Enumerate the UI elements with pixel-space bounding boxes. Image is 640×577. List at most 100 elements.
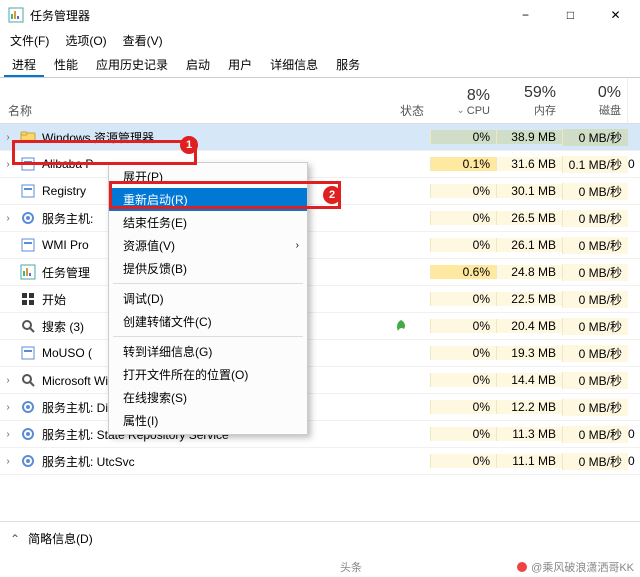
tab-services[interactable]: 服务 xyxy=(328,52,368,77)
menu-item[interactable]: 资源值(V)› xyxy=(109,234,307,257)
process-memory: 11.3 MB xyxy=(496,427,562,441)
process-cpu: 0% xyxy=(430,454,496,468)
process-row[interactable]: ›服务主机: UtcSvc0%11.1 MB0 MB/秒0 xyxy=(0,448,640,475)
menu-item[interactable]: 属性(I) xyxy=(109,409,307,432)
col-memory[interactable]: 59% 内存 xyxy=(496,78,562,123)
menubar: 文件(F) 选项(O) 查看(V) xyxy=(0,30,640,52)
process-icon xyxy=(20,264,36,280)
tab-performance[interactable]: 性能 xyxy=(46,52,86,77)
cpu-pct: 8% xyxy=(467,87,490,105)
process-cpu: 0.1% xyxy=(430,157,496,171)
menu-item[interactable]: 提供反馈(B) xyxy=(109,257,307,280)
process-cpu: 0% xyxy=(430,184,496,198)
process-row[interactable]: 搜索 (3)0%20.4 MB0 MB/秒 xyxy=(0,313,640,340)
process-cpu: 0% xyxy=(430,130,496,144)
process-row[interactable]: ›服务主机:0%26.5 MB0 MB/秒 xyxy=(0,205,640,232)
process-memory: 38.9 MB xyxy=(496,130,562,144)
process-row[interactable]: ›服务主机: Diagnostic Policy Service0%12.2 M… xyxy=(0,394,640,421)
process-icon xyxy=(20,399,36,415)
chevron-right-icon: › xyxy=(296,240,299,251)
process-memory: 11.1 MB xyxy=(496,454,562,468)
process-row[interactable]: Registry0%30.1 MB0 MB/秒 xyxy=(0,178,640,205)
process-icon xyxy=(20,291,36,307)
menu-options[interactable]: 选项(O) xyxy=(59,30,112,52)
col-status[interactable]: 状态 xyxy=(394,78,430,123)
process-disk: 0 MB/秒 xyxy=(562,399,628,416)
process-more: 0 xyxy=(628,454,640,468)
process-memory: 31.6 MB xyxy=(496,157,562,171)
process-disk: 0 MB/秒 xyxy=(562,129,628,146)
process-icon xyxy=(20,345,36,361)
menu-file[interactable]: 文件(F) xyxy=(4,30,55,52)
tab-processes[interactable]: 进程 xyxy=(4,52,44,77)
process-icon xyxy=(20,183,36,199)
menu-item[interactable]: 展开(P) xyxy=(109,165,307,188)
col-more xyxy=(628,78,640,123)
process-icon xyxy=(20,453,36,469)
process-disk: 0 MB/秒 xyxy=(562,291,628,308)
process-disk: 0 MB/秒 xyxy=(562,237,628,254)
process-more: 0 xyxy=(628,157,640,171)
process-row[interactable]: ›Microsoft Windows Search 索引器0%14.4 MB0 … xyxy=(0,367,640,394)
menu-separator xyxy=(113,283,303,284)
context-menu: 展开(P)重新启动(R)结束任务(E)资源值(V)›提供反馈(B) 调试(D)创建… xyxy=(108,162,308,435)
col-cpu[interactable]: 8% ⌄CPU xyxy=(430,78,496,123)
expand-toggle[interactable]: › xyxy=(0,429,16,440)
watermark-text: @乘风破浪潇洒哥KK xyxy=(531,559,634,575)
process-row[interactable]: ›服务主机: State Repository Service0%11.3 MB… xyxy=(0,421,640,448)
process-row[interactable]: 任务管理0.6%24.8 MB0 MB/秒 xyxy=(0,259,640,286)
process-icon xyxy=(20,210,36,226)
col-disk[interactable]: 0% 磁盘 xyxy=(562,78,628,123)
process-row[interactable]: ›Alibaba P0.1%31.6 MB0.1 MB/秒0 xyxy=(0,151,640,178)
process-memory: 14.4 MB xyxy=(496,373,562,387)
process-cpu: 0% xyxy=(430,319,496,333)
menu-item[interactable]: 结束任务(E) xyxy=(109,211,307,234)
process-disk: 0 MB/秒 xyxy=(562,345,628,362)
close-button[interactable]: ✕ xyxy=(593,0,638,30)
chevron-down-icon: ⌄ xyxy=(456,105,464,116)
process-disk: 0 MB/秒 xyxy=(562,426,628,443)
footer-label[interactable]: 简略信息(D) xyxy=(28,530,93,547)
menu-item[interactable]: 创建转储文件(C) xyxy=(109,310,307,333)
menu-item[interactable]: 转到详细信息(G) xyxy=(109,340,307,363)
annotation-badge-1: 1 xyxy=(180,136,198,154)
tab-apphistory[interactable]: 应用历史记录 xyxy=(88,52,176,77)
expand-toggle[interactable]: › xyxy=(0,159,16,170)
process-cpu: 0.6% xyxy=(430,265,496,279)
chevron-up-icon[interactable]: ⌃ xyxy=(10,532,20,546)
expand-toggle[interactable]: › xyxy=(0,402,16,413)
menu-separator xyxy=(113,336,303,337)
process-row[interactable]: MoUSO (0%19.3 MB0 MB/秒 xyxy=(0,340,640,367)
process-row[interactable]: › Windows 资源管理器 0%38.9 MB0 MB/秒 xyxy=(0,124,640,151)
minimize-button[interactable]: − xyxy=(503,0,548,30)
expand-toggle[interactable]: › xyxy=(0,456,16,467)
menu-item[interactable]: 在线搜索(S) xyxy=(109,386,307,409)
menu-item[interactable]: 重新启动(R) xyxy=(109,188,307,211)
process-disk: 0 MB/秒 xyxy=(562,318,628,335)
titlebar: 任务管理器 − □ ✕ xyxy=(0,0,640,30)
column-headers: 名称 状态 8% ⌄CPU 59% 内存 0% 磁盘 xyxy=(0,78,640,124)
col-name[interactable]: 名称 xyxy=(0,78,394,123)
tab-users[interactable]: 用户 xyxy=(220,52,260,77)
menu-item[interactable]: 调试(D) xyxy=(109,287,307,310)
menu-view[interactable]: 查看(V) xyxy=(117,30,169,52)
process-name: Windows 资源管理器 xyxy=(40,129,394,146)
process-row[interactable]: 开始0%22.5 MB0 MB/秒 xyxy=(0,286,640,313)
watermark-right: @乘风破浪潇洒哥KK xyxy=(516,559,634,575)
process-memory: 19.3 MB xyxy=(496,346,562,360)
process-memory: 24.8 MB xyxy=(496,265,562,279)
tab-startup[interactable]: 启动 xyxy=(178,52,218,77)
process-memory: 20.4 MB xyxy=(496,319,562,333)
expand-toggle[interactable]: › xyxy=(0,132,16,143)
process-name: 服务主机: UtcSvc xyxy=(40,453,394,470)
expand-toggle[interactable]: › xyxy=(0,213,16,224)
watermark-left: 头条 xyxy=(340,559,362,575)
maximize-button[interactable]: □ xyxy=(548,0,593,30)
process-row[interactable]: WMI Pro0%26.1 MB0 MB/秒 xyxy=(0,232,640,259)
expand-toggle[interactable]: › xyxy=(0,375,16,386)
process-status xyxy=(394,319,430,333)
process-cpu: 0% xyxy=(430,238,496,252)
process-memory: 12.2 MB xyxy=(496,400,562,414)
menu-item[interactable]: 打开文件所在的位置(O) xyxy=(109,363,307,386)
tab-details[interactable]: 详细信息 xyxy=(262,52,326,77)
